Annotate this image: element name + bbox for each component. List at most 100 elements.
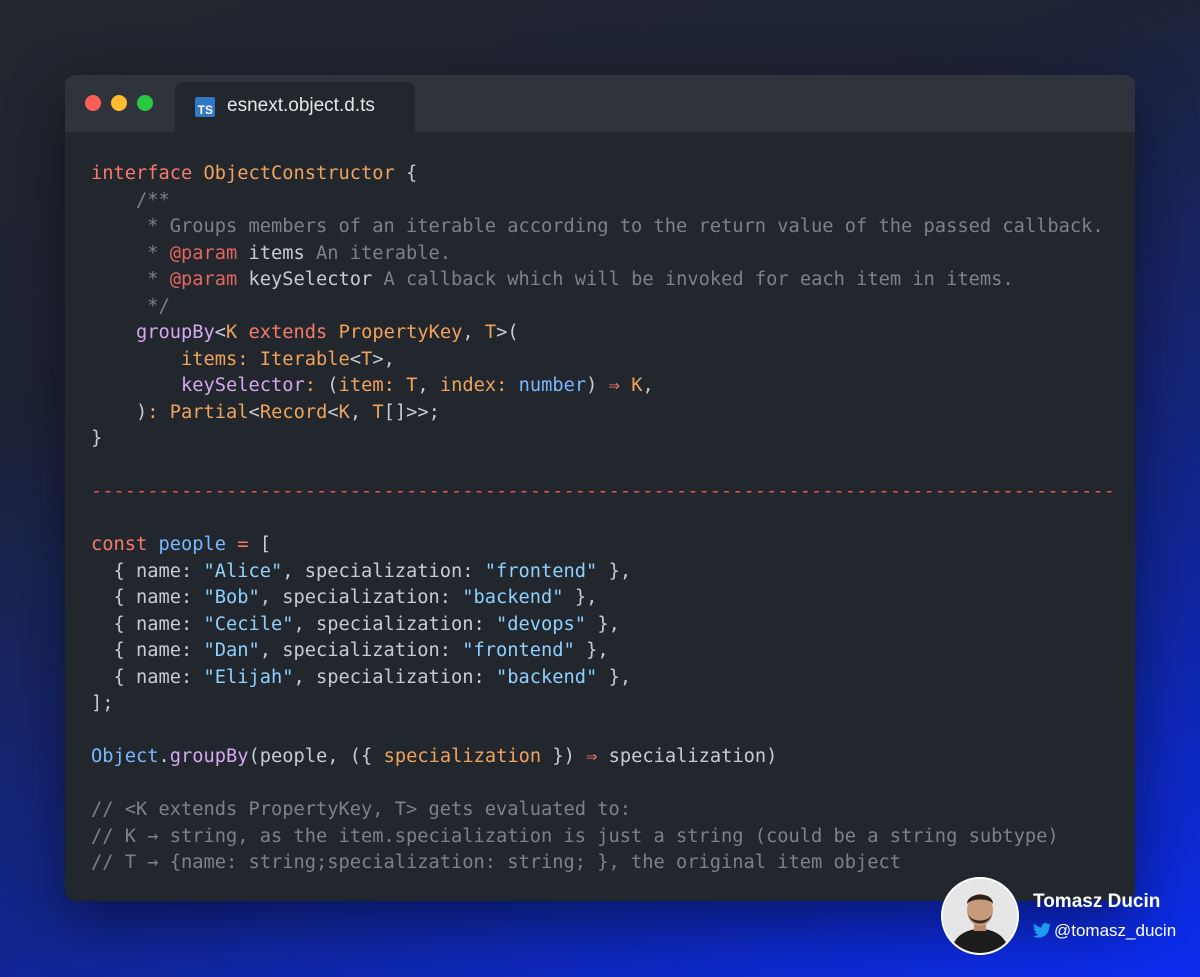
code-token: T [361, 348, 373, 370]
code-token: { name: [91, 560, 204, 582]
code-token: PropertyKey [338, 322, 463, 343]
code-token: */ [91, 295, 170, 317]
code-token: { name: [91, 666, 204, 688]
code-line: ]; [91, 691, 1121, 718]
code-token: number [518, 375, 587, 396]
code-token: T [406, 375, 418, 396]
code-token: specialization [383, 746, 542, 767]
code-token: ) [91, 401, 148, 423]
code-line: items: Iterable<T>, [91, 347, 1121, 374]
code-line: /** [91, 188, 1121, 215]
code-token: * Groups members of an iterable accordin… [91, 216, 1104, 237]
author-handle[interactable]: @tomasz_ducin [1033, 921, 1176, 941]
code-line: Object.groupBy(people, ({ specialization… [91, 744, 1121, 771]
code-line: { name: "Dan", specialization: "frontend… [91, 638, 1121, 665]
tab-file-name: esnext.object.d.ts [227, 95, 375, 116]
code-line: */ [91, 294, 1121, 321]
typescript-file-icon: TS [195, 97, 215, 117]
code-token: { name: [91, 640, 204, 661]
window-titlebar: TS esnext.object.d.ts [65, 75, 1135, 132]
code-token: { [394, 163, 418, 184]
code-token: @param [169, 269, 238, 290]
code-token: items: [91, 348, 260, 370]
code-token: // T → {name: string;specialization: str… [91, 852, 902, 873]
code-token: // <K extends PropertyKey, T> gets evalu… [91, 799, 632, 820]
code-token: , [642, 375, 654, 396]
minimize-window-button[interactable] [111, 95, 127, 111]
code-token: An iterable. [304, 242, 452, 264]
code-token: index: [439, 375, 519, 396]
code-token: , specialization: [293, 613, 497, 635]
code-token: "backend" [496, 666, 598, 688]
code-token: >, [372, 348, 395, 370]
code-token: K [338, 401, 350, 423]
code-token: < [214, 322, 227, 343]
code-token: "backend" [462, 587, 564, 608]
code-line: // T → {name: string;specialization: str… [91, 850, 1121, 877]
code-token: A callback which will be invoked for eac… [372, 269, 1014, 290]
code-line: { name: "Bob", specialization: "backend"… [91, 585, 1121, 612]
code-line: // K → string, as the item.specializatio… [91, 824, 1121, 851]
code-token: }, [597, 666, 632, 688]
code-token: , [349, 401, 373, 423]
code-token: []>>; [383, 401, 440, 423]
code-token: * [91, 242, 170, 264]
tab-esnext-object[interactable]: TS esnext.object.d.ts [175, 82, 415, 132]
code-token: K [226, 322, 238, 343]
maximize-window-button[interactable] [137, 95, 153, 111]
code-line: { name: "Alice", specialization: "fronte… [91, 559, 1121, 586]
code-token: , specialization: [259, 587, 463, 608]
code-line: ----------------------------------------… [91, 479, 1121, 506]
code-token: Record [259, 401, 328, 423]
author-name: Tomasz Ducin [1033, 891, 1161, 912]
code-token: ObjectConstructor [203, 163, 395, 184]
code-token: T [372, 401, 384, 423]
code-token: ⇒ [608, 375, 620, 396]
avatar [941, 877, 1019, 955]
code-line: const people = [ [91, 532, 1121, 559]
code-token: ]; [91, 693, 114, 714]
code-token: }, [563, 587, 598, 608]
code-token: keySelector [237, 269, 373, 290]
code-line: interface ObjectConstructor { [91, 161, 1121, 188]
code-line: { name: "Cecile", specialization: "devop… [91, 612, 1121, 639]
code-token: (people, ({ [248, 746, 384, 767]
code-token: "Bob" [203, 587, 260, 608]
code-token: people [158, 534, 227, 555]
code-token: ( [327, 375, 339, 396]
code-token: [ [259, 534, 272, 555]
code-token: , [462, 322, 485, 343]
code-token: T [484, 322, 497, 343]
code-line: * @param items An iterable. [91, 241, 1121, 268]
code-token: "Dan" [203, 640, 260, 661]
code-token: = [226, 534, 260, 555]
code-token: item: [338, 375, 407, 396]
author-handle-text: @tomasz_ducin [1054, 921, 1177, 940]
code-token: const [91, 534, 159, 555]
code-editor[interactable]: interface ObjectConstructor { /** * Grou… [91, 161, 1121, 877]
code-token: "Elijah" [203, 666, 294, 688]
code-token: extends [237, 322, 339, 343]
code-token: } [91, 428, 103, 449]
close-window-button[interactable] [85, 95, 101, 111]
code-window: TS esnext.object.d.ts interface ObjectCo… [65, 75, 1135, 901]
code-token: groupBy [91, 322, 215, 343]
code-token: >( [496, 322, 519, 343]
code-token: * [91, 269, 170, 290]
code-token: "Alice" [203, 560, 283, 582]
code-token: Object [91, 746, 159, 767]
code-token: , specialization: [293, 666, 497, 688]
code-token: , specialization: [282, 560, 485, 582]
code-token: : [304, 375, 328, 396]
code-token: < [349, 348, 362, 370]
code-line: } [91, 426, 1121, 453]
twitter-bird-icon [1033, 923, 1051, 938]
code-token: }, [586, 613, 620, 635]
code-line: * @param keySelector A callback which wi… [91, 267, 1121, 294]
code-token: , specialization: [259, 640, 463, 661]
author-photo-icon [943, 879, 1017, 953]
code-token: "Cecile" [203, 613, 294, 635]
